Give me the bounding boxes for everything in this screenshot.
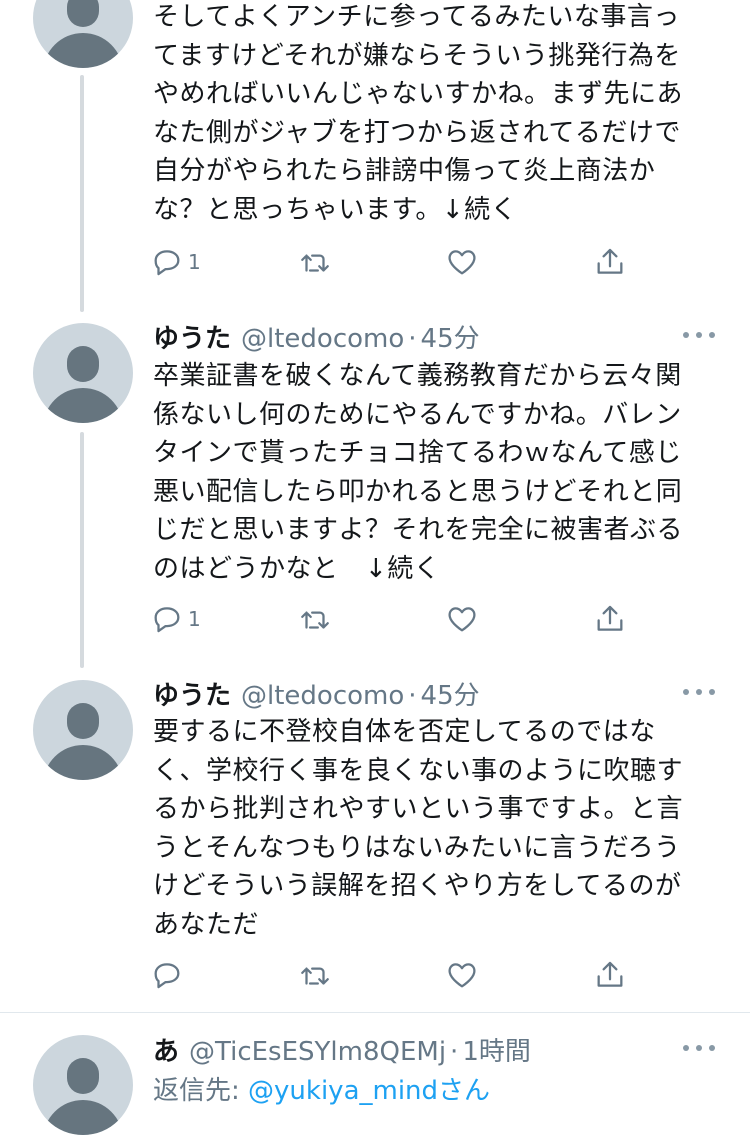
share-button[interactable] (593, 599, 627, 639)
user-handle[interactable]: @ltedocomo (241, 681, 404, 711)
user-name[interactable]: あ (153, 1031, 179, 1068)
tweet-header: ゆうた @ltedocomo · 45分 (153, 675, 480, 712)
share-button[interactable] (593, 955, 627, 995)
retweet-icon (301, 611, 329, 629)
more-icon (683, 1045, 689, 1051)
more-icon (683, 689, 689, 695)
reply-icon (154, 963, 180, 989)
retweet-button[interactable] (298, 599, 332, 639)
user-handle[interactable]: @TicEsESYlm8QEMj (189, 1037, 446, 1067)
tweet-actions (150, 955, 670, 995)
timestamp[interactable]: 1時間 (462, 1031, 531, 1068)
reply-to-label: 返信先: (153, 1076, 249, 1106)
like-button[interactable] (445, 955, 479, 995)
thread-connector-line (80, 75, 84, 312)
user-name[interactable]: ゆうた (153, 675, 231, 712)
avatar[interactable] (33, 680, 133, 780)
user-name[interactable]: ゆうた (153, 318, 231, 355)
share-icon (597, 961, 623, 987)
retweet-button[interactable] (298, 955, 332, 995)
tweet-text: 要するに不登校自体を否定してるのではな く、学校行く事を良くない事のように吹聴す… (153, 717, 684, 940)
timestamp[interactable]: 45分 (421, 318, 480, 355)
more-button[interactable] (683, 330, 715, 340)
separator-dot: · (450, 1037, 459, 1067)
retweet-icon (301, 967, 329, 985)
tweet-actions: 1 (150, 599, 670, 639)
share-icon (597, 605, 623, 631)
more-icon (683, 332, 689, 338)
more-button[interactable] (683, 1043, 715, 1053)
reply-icon (154, 607, 180, 633)
tweet-header: あ @TicEsESYlm8QEMj · 1時間 (153, 1031, 531, 1068)
thread-connector-line (80, 432, 84, 668)
separator-dot: · (408, 324, 417, 354)
tweet-text: 卒業証書を破くなんて義務教育だから云々関 係ないし何のためにやるんですかね。バレ… (153, 361, 684, 584)
user-handle[interactable]: @ltedocomo (241, 324, 404, 354)
tweet-text: そしてよくアンチに参ってるみたいな事言っ てますけどそれが嫌ならそういう挑発行為… (153, 2, 684, 225)
reply-icon (154, 250, 180, 276)
share-icon (597, 248, 623, 274)
avatar[interactable] (33, 0, 133, 68)
retweet-icon (301, 254, 329, 272)
heart-icon (448, 250, 476, 275)
tweet-divider (0, 1012, 750, 1013)
heart-icon (448, 963, 476, 988)
separator-dot: · (408, 681, 417, 711)
avatar[interactable] (33, 323, 133, 423)
reply-count: 1 (188, 250, 201, 274)
reply-to-user-link[interactable]: @yukiya_mindさん (248, 1076, 490, 1106)
like-button[interactable] (445, 599, 479, 639)
reply-count: 1 (188, 607, 201, 631)
reply-to: 返信先: @yukiya_mindさん (153, 1070, 490, 1107)
more-button[interactable] (683, 687, 715, 697)
timestamp[interactable]: 45分 (421, 675, 480, 712)
like-button[interactable] (445, 242, 479, 282)
retweet-button[interactable] (298, 242, 332, 282)
heart-icon (448, 607, 476, 632)
reply-button[interactable]: 1 (150, 599, 201, 639)
tweet-actions: 1 (150, 242, 670, 282)
tweet-header: ゆうた @ltedocomo · 45分 (153, 318, 480, 355)
share-button[interactable] (593, 242, 627, 282)
reply-button[interactable]: 1 (150, 242, 201, 282)
avatar[interactable] (33, 1035, 133, 1135)
reply-button[interactable] (150, 955, 188, 995)
